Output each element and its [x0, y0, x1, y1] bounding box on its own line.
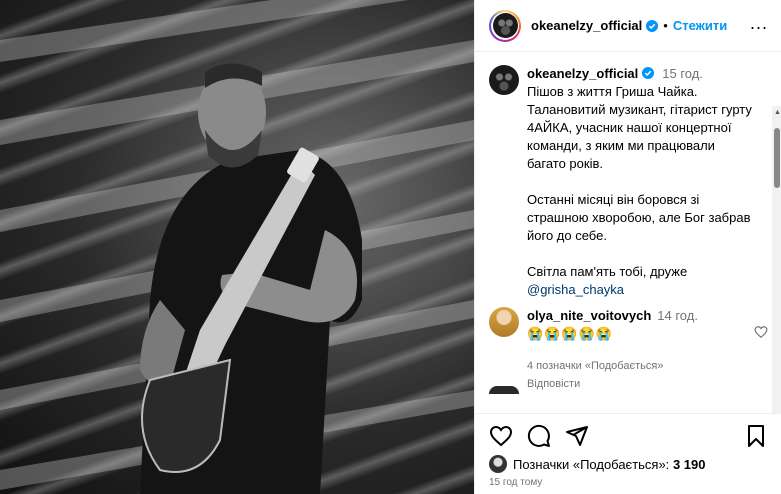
comment-item: olya_nite_voitovych 14 год. 😭😭😭😭😭 4 позна…	[489, 307, 769, 393]
reply-button[interactable]: Відповісти	[527, 378, 580, 390]
caption-avatar[interactable]	[489, 65, 519, 95]
post-timestamp[interactable]: 15 год тому	[489, 477, 542, 488]
comment-avatar[interactable]	[489, 307, 519, 337]
post-actions-bar: Позначки «Подобається»: 3 190 15 год том…	[475, 413, 781, 494]
caption-paragraph: Останні місяці він боровся зі страшною х…	[527, 192, 751, 243]
like-heart-icon[interactable]	[489, 424, 513, 448]
header-username[interactable]: okeanelzy_official	[531, 18, 642, 33]
caption-mention-link[interactable]: @grisha_chayka	[527, 281, 757, 299]
verified-badge-icon	[642, 67, 655, 79]
comment-time[interactable]: 14 год.	[657, 308, 698, 323]
vertical-scroll-thumb[interactable]	[774, 128, 780, 188]
comment-text: 😭😭😭😭😭	[527, 326, 613, 341]
likes-prefix: Позначки «Подобається»:	[513, 456, 670, 472]
vertical-scrollbar[interactable]: ▲ ▼	[772, 106, 781, 413]
post-caption: okeanelzy_official 15 год. Пішов з життя …	[489, 65, 769, 299]
scroll-up-arrow-icon[interactable]: ▲	[774, 109, 781, 116]
liker-avatar	[489, 455, 507, 473]
comment-like-heart-icon[interactable]	[754, 325, 768, 339]
guitarist-photo	[0, 0, 474, 494]
comment-icon[interactable]	[527, 424, 551, 448]
share-send-icon[interactable]	[565, 424, 589, 448]
verified-badge-icon	[646, 19, 659, 32]
avatar	[492, 13, 518, 38]
caption-time[interactable]: 15 год.	[662, 66, 703, 81]
comment-username[interactable]: olya_nite_voitovych	[527, 308, 651, 323]
header-separator: •	[663, 18, 668, 33]
likes-summary[interactable]: Позначки «Подобається»: 3 190	[489, 455, 705, 473]
more-options-icon[interactable]: ...	[750, 14, 768, 32]
profile-avatar[interactable]	[489, 9, 521, 42]
caption-username[interactable]: okeanelzy_official	[527, 66, 638, 81]
caption-paragraph: Світла пам'ять тобі, друже	[527, 264, 688, 279]
post-sidebar: okeanelzy_official • Стежити ... okeanel…	[474, 0, 781, 494]
follow-button[interactable]: Стежити	[673, 18, 727, 33]
caption-paragraph: Пішов з життя Гриша Чайка. Талановитий м…	[527, 84, 752, 171]
comments-scroll-area[interactable]: okeanelzy_official 15 год. Пішов з життя …	[475, 53, 781, 413]
save-bookmark-icon[interactable]	[744, 424, 768, 448]
likes-count: 3 190	[672, 456, 706, 472]
post-header: okeanelzy_official • Стежити ...	[475, 0, 781, 52]
post-photo[interactable]	[0, 0, 474, 494]
comment-likes-link[interactable]: 4 позначки «Подобається»	[527, 360, 663, 372]
next-comment-avatar	[489, 386, 519, 394]
